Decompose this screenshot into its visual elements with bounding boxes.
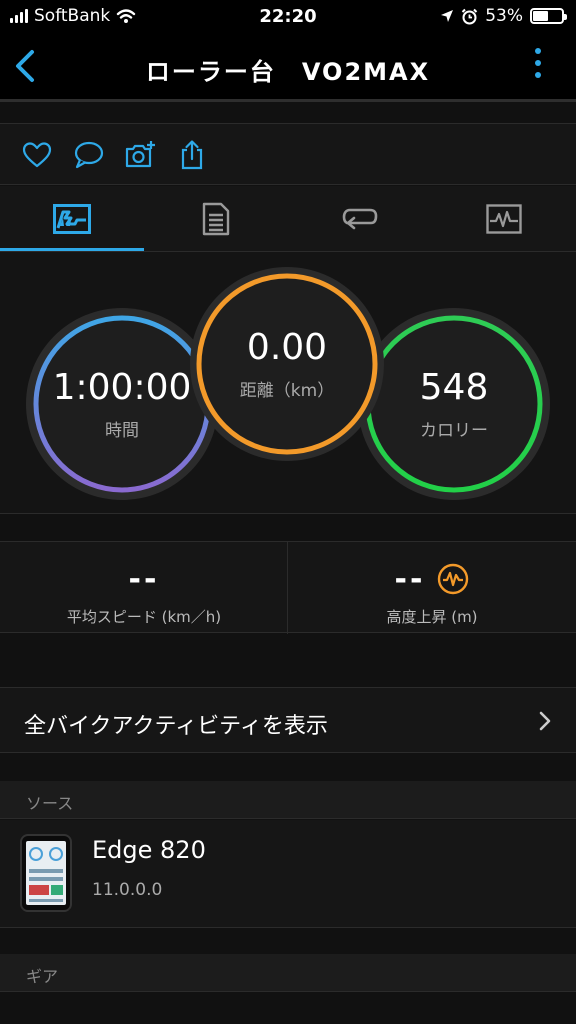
details-icon [202, 202, 230, 236]
navigation-bar: ローラー台 VO2MAX [0, 34, 576, 100]
time-label: 時間 [105, 421, 139, 441]
calories-value: 548 [419, 367, 489, 408]
source-header-label: ソース [26, 794, 74, 813]
overview-icon [53, 204, 91, 234]
avg-speed-label: 平均スピード (km／h) [66, 608, 222, 626]
comment-icon[interactable] [73, 139, 105, 171]
elevation-gain-value: -- [394, 561, 426, 597]
stats-row: -- 平均スピード (km／h) -- 高度上昇 (m) [0, 541, 576, 634]
tab-graph[interactable] [432, 186, 576, 252]
all-bike-activities-label: 全バイクアクティビティを表示 [24, 714, 328, 739]
laps-icon [342, 208, 378, 230]
summary-gauges: 1:00:00 時間 548 カロリー 0.00 距離（km） [0, 252, 576, 514]
calories-label: カロリー [420, 421, 488, 441]
device-name: Edge 820 [92, 836, 206, 864]
time-value: 1:00:00 [52, 367, 192, 408]
battery-icon [530, 8, 567, 24]
device-version: 11.0.0.0 [92, 880, 163, 900]
add-photo-icon[interactable] [124, 139, 156, 171]
elevation-gain-stat: -- 高度上昇 (m) [288, 542, 576, 634]
distance-value: 0.00 [246, 327, 328, 368]
like-icon[interactable] [21, 139, 53, 171]
source-device-row[interactable]: Edge 820 11.0.0.0 [0, 820, 576, 928]
chevron-left-icon[interactable] [10, 46, 40, 86]
chevron-right-icon [539, 711, 551, 731]
all-bike-activities-row[interactable]: 全バイクアクティビティを表示 [0, 687, 576, 753]
status-bar: SoftBank 22:20 53% [0, 0, 576, 34]
active-tab-indicator [0, 248, 144, 251]
alarm-icon [461, 8, 478, 24]
activity-tabs [0, 186, 576, 252]
gear-header-label: ギア [26, 967, 59, 986]
tab-laps[interactable] [288, 186, 432, 252]
tab-overview[interactable] [0, 186, 144, 252]
battery-percent: 53% [485, 6, 523, 26]
location-icon [441, 10, 454, 22]
elevation-gain-label: 高度上昇 (m) [386, 608, 478, 626]
source-section-header: ソース [0, 781, 576, 819]
avg-speed-value: -- [128, 561, 160, 597]
distance-gauge: 0.00 距離（km） [189, 266, 385, 462]
nav-divider [0, 99, 576, 102]
tab-details[interactable] [144, 186, 288, 252]
share-icon[interactable] [176, 139, 208, 171]
distance-label: 距離（km） [239, 381, 335, 401]
device-image [20, 834, 72, 912]
social-actions-bar [0, 123, 576, 185]
elevation-icon [438, 563, 469, 595]
calories-gauge: 548 カロリー [356, 306, 552, 502]
more-vertical-icon[interactable] [532, 48, 544, 84]
gear-section-header: ギア [0, 954, 576, 992]
avg-speed-stat: -- 平均スピード (km／h) [0, 542, 288, 634]
page-title: ローラー台 VO2MAX [145, 58, 431, 86]
graph-icon [486, 204, 522, 234]
